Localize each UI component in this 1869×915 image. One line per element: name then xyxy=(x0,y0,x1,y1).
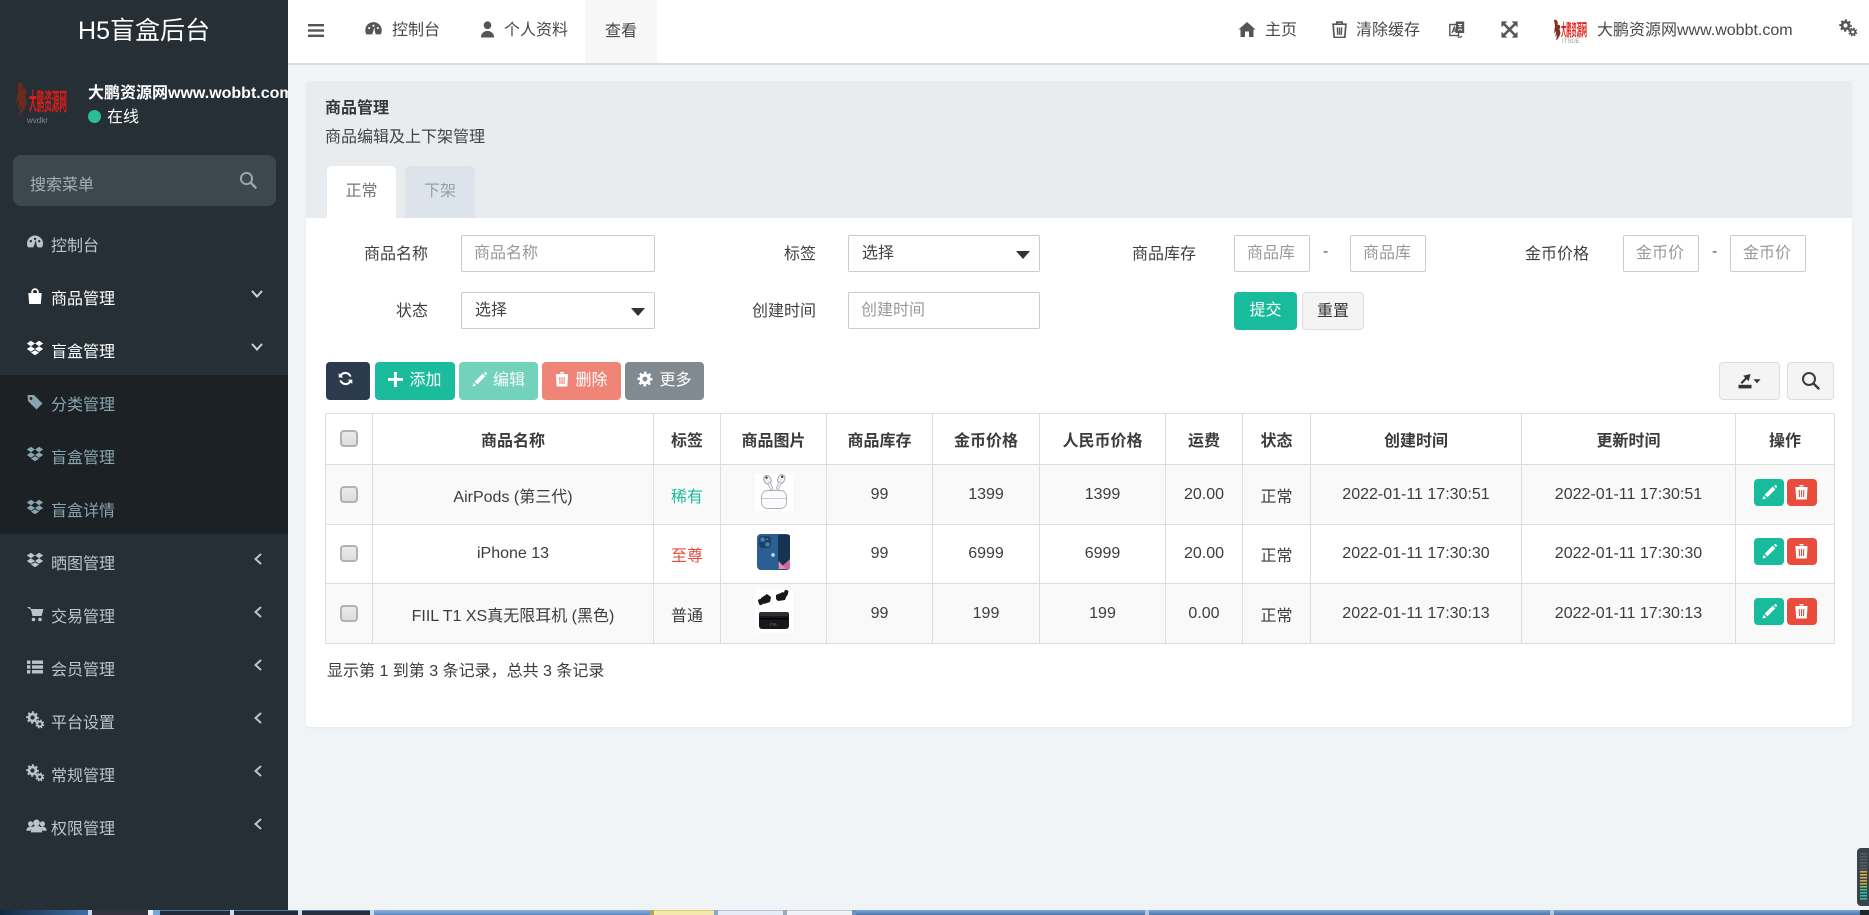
svg-text:大鹏资源网: 大鹏资源网 xyxy=(29,83,67,118)
svg-text:FIIL: FIIL xyxy=(770,622,778,627)
svg-text:ITSUE: ITSUE xyxy=(1562,39,1580,45)
svg-text:大鹏资源网: 大鹏资源网 xyxy=(1561,17,1587,41)
svg-text:wvdkr: wvdkr xyxy=(26,116,48,125)
